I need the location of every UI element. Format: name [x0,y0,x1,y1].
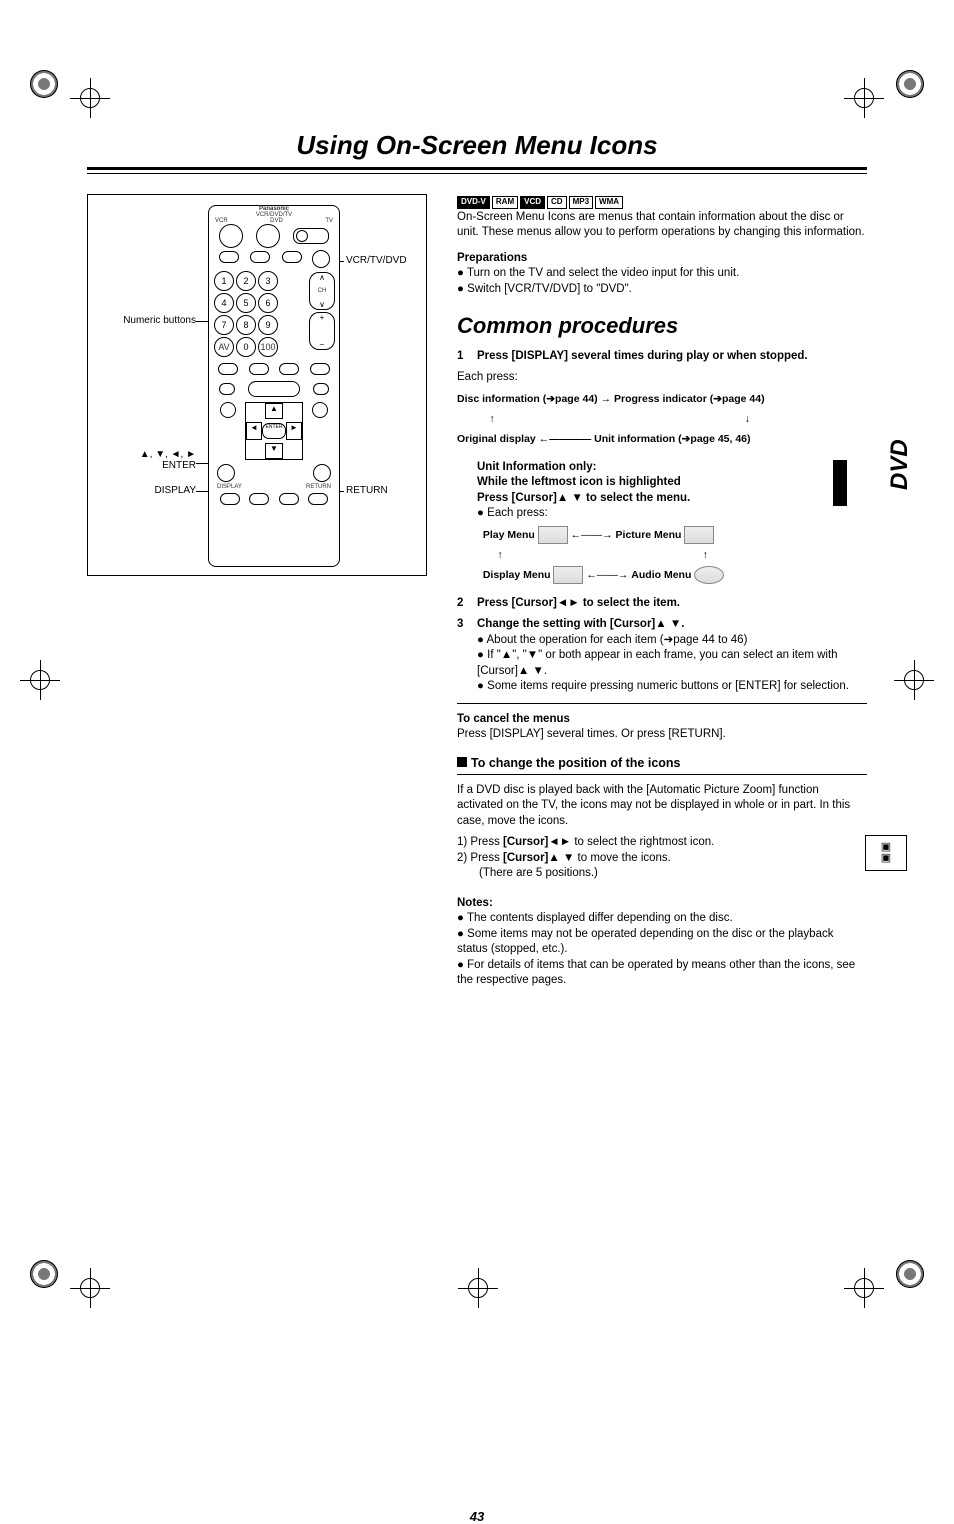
remote-diagram: Numeric buttons ▲, ▼, ◄, ► ENTER DISPLAY… [87,194,427,576]
ff-icon [310,363,330,375]
notes-heading: Notes: [457,896,867,912]
cancel-heading: To cancel the menus [457,712,867,728]
step-3-bullet: ● If "▲", "▼" or both appear in each fra… [477,648,867,679]
jetrew-icon [308,493,328,505]
timer-icon [249,493,269,505]
step-3: Change the setting with [Cursor]▲ ▼. [477,617,867,633]
play-menu-icon [538,526,568,544]
display-menu-icon [553,566,583,584]
move-body: If a DVD disc is played back with the [A… [457,783,867,830]
step-number: 1 [457,349,477,365]
page-title: Using On-Screen Menu Icons [87,130,867,167]
subheading: Common procedures [457,311,867,341]
callout-return: RETURN [346,485,388,496]
step-number: 2 [457,596,477,612]
channel-rocker: ∧CH∨ [309,272,335,310]
lbl-dvd: DVD [270,218,283,224]
recvcr-icon [279,493,299,505]
rew-icon [279,363,299,375]
switch-vcrtvdvd [293,228,329,244]
crosshair-icon [20,660,60,700]
av-btn: AV [214,337,234,357]
prep-item: ● Switch [VCR/TV/DVD] to "DVD". [457,282,867,298]
each-press: Each press: [457,370,867,386]
callout-vcrtvdvd: VCR/TV/DVD [346,255,407,266]
reg-mark-icon [30,70,58,98]
skip-next-icon [249,363,269,375]
lbl-display: DISPLAY [217,484,242,490]
volume-rocker: +− [309,312,335,350]
menu-cycle: Play Menu ←——→ Picture Menu ↑↑ Display M… [477,526,867,586]
callout-display: DISPLAY [155,485,197,496]
return-btn-icon [313,464,331,482]
hundred-btn: 100 [258,337,278,357]
move-step-2: 2) Press [Cursor]▲ ▼ to move the icons. [457,851,867,867]
osd-icon [220,402,236,418]
intro-text: On-Screen Menu Icons are menus that cont… [457,210,867,241]
step-3-bullet: ● Some items require pressing numeric bu… [477,679,867,695]
each-press-2: ● Each press: [477,506,867,522]
page-number: 43 [87,1509,867,1524]
step-2: Press [Cursor]◄► to select the item. [477,596,867,612]
step-3-bullet: ● About the operation for each item (➔pa… [477,633,867,649]
move-heading: To change the position of the icons [457,755,867,772]
format-badges: DVD-VRAMVCDCDMP3WMA [457,194,867,210]
step-1: Press [DISPLAY] several times during pla… [477,349,867,365]
note-item: ● Some items may not be operated dependi… [457,927,867,958]
prep-item: ● Turn on the TV and select the video in… [457,266,867,282]
audio-menu-icon [694,566,724,584]
section-tab-marker [833,460,847,506]
cancel-body: Press [DISPLAY] several times. Or press … [457,727,867,743]
callout-enter: ENTER [162,460,196,471]
skip-prev-icon [218,363,238,375]
rec-btn-icon [312,250,330,268]
speed-icon [250,251,270,263]
lbl-vcr: VCR [215,218,228,224]
power-dvd-icon [256,224,280,248]
callout-cursor: ▲, ▼, ◄, ► [140,449,196,460]
eject-icon [219,251,239,263]
step-number: 3 [457,617,477,695]
display-btn-icon [217,464,235,482]
unit-info-head: Unit Information only: [477,460,867,476]
reg-mark-icon [896,70,924,98]
display-cycle: Disc information (➔page 44) → Progress i… [457,390,867,450]
prep-heading: Preparations [457,251,867,267]
reg-mark-icon [30,1260,58,1288]
title-rule [87,167,867,174]
cursor-pad: ▲ ▼ ◄ ► ENTER [245,402,303,460]
move-step-note: (There are 5 positions.) [457,866,867,882]
crosshair-icon [894,660,934,700]
lbl-tv: TV [325,218,333,224]
section-tab: DVD [886,439,914,490]
note-item: ● The contents displayed differ dependin… [457,911,867,927]
lbl-return: RETURN [306,484,331,490]
power-vcr-icon [219,224,243,248]
pause-icon [313,383,329,395]
rec-icon [282,251,302,263]
move-step-1: 1) Press [Cursor]◄► to select the rightm… [457,835,867,851]
move-icon: ▣▣ [865,835,907,871]
unit-info-press: Press [Cursor]▲ ▼ to select the menu. [477,491,867,507]
play-icon [248,381,300,397]
picture-menu-icon [684,526,714,544]
note-item: ● For details of items that can be opera… [457,958,867,989]
menu-icon [312,402,328,418]
unit-info-line: While the leftmost icon is highlighted [477,475,867,491]
reg-mark-icon [896,1260,924,1288]
prog-icon [220,493,240,505]
stop-icon [219,383,235,395]
callout-numeric: Numeric buttons [123,315,196,326]
